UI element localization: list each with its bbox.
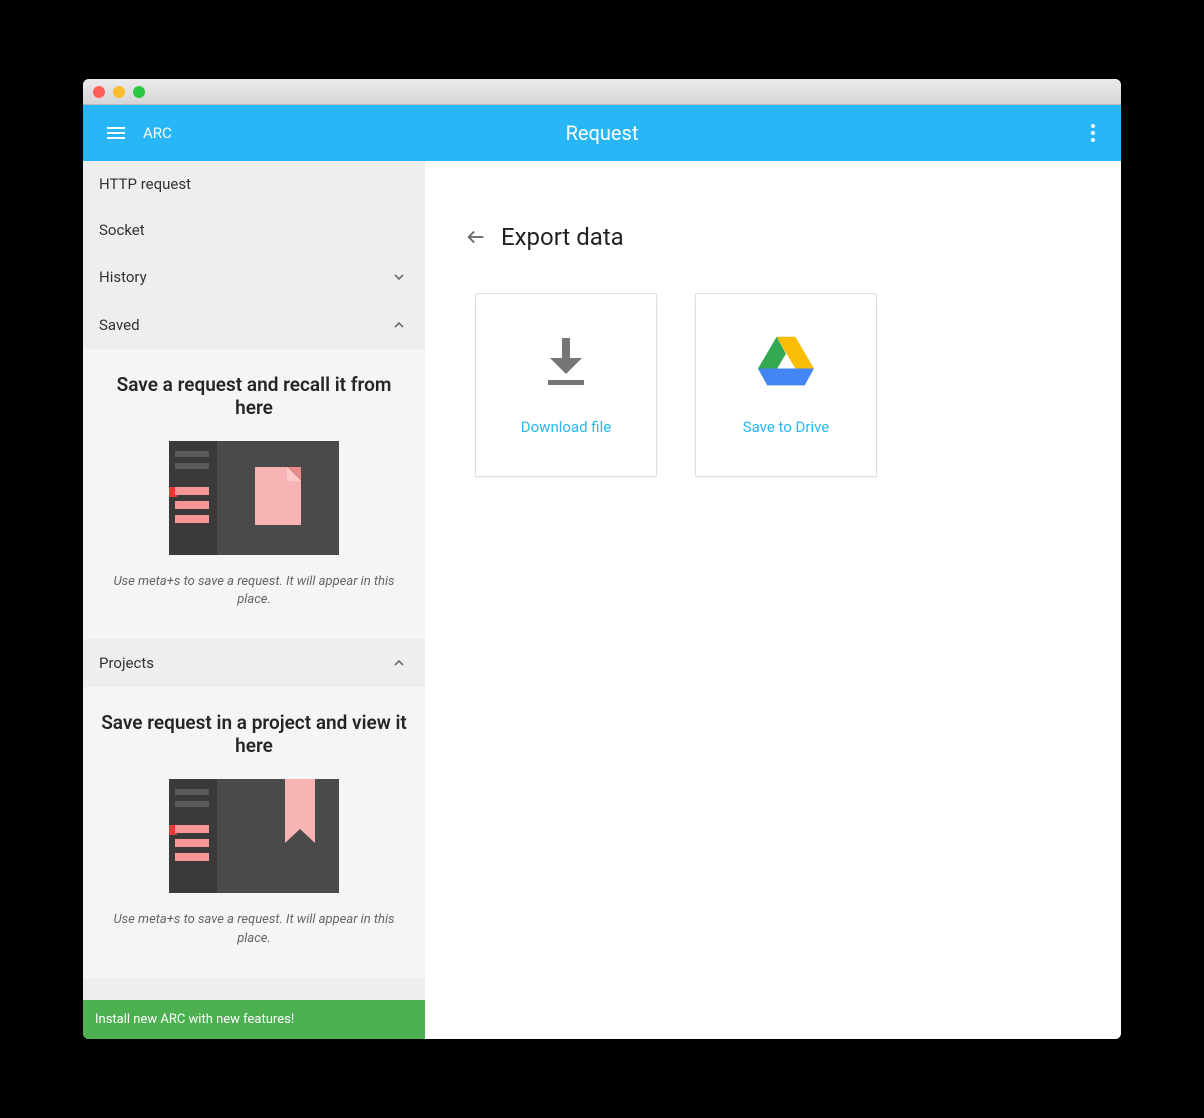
saved-empty-panel: Save a request and recall it from here U…	[83, 349, 425, 639]
sidebar-item-label: Projects	[99, 654, 154, 672]
sidebar-item-projects[interactable]: Projects	[83, 639, 425, 687]
app-bar: ARC Request	[83, 105, 1121, 161]
sidebar-item-label: Saved	[99, 316, 140, 334]
sidebar-item-history[interactable]: History	[83, 253, 425, 301]
page-title: Export data	[501, 223, 624, 251]
mac-titlebar	[83, 79, 1121, 105]
app-name: ARC	[143, 124, 172, 142]
maximize-window-icon[interactable]	[133, 86, 145, 98]
page-header: Export data	[465, 223, 1081, 251]
saved-panel-title: Save a request and recall it from here	[97, 373, 411, 419]
menu-icon[interactable]	[103, 123, 129, 143]
projects-panel-hint: Use meta+s to save a request. It will ap…	[97, 911, 411, 947]
minimize-window-icon[interactable]	[113, 86, 125, 98]
download-icon	[538, 334, 594, 390]
download-file-label: Download file	[521, 418, 611, 436]
more-icon[interactable]	[1085, 118, 1101, 148]
sidebar-item-label: History	[99, 268, 147, 286]
app-window: ARC Request HTTP request Socket History …	[83, 79, 1121, 1039]
save-to-drive-label: Save to Drive	[743, 418, 830, 436]
projects-illustration-icon	[169, 779, 339, 893]
projects-empty-panel: Save request in a project and view it he…	[83, 687, 425, 977]
download-file-card[interactable]: Download file	[475, 293, 657, 477]
sidebar: HTTP request Socket History Saved Save a…	[83, 161, 425, 1039]
export-cards: Download file Save to Drive	[465, 293, 1081, 477]
google-drive-icon	[758, 334, 814, 390]
app-body: HTTP request Socket History Saved Save a…	[83, 161, 1121, 1039]
chevron-down-icon	[389, 267, 409, 287]
sidebar-item-label: HTTP request	[99, 175, 191, 193]
sidebar-item-saved[interactable]: Saved	[83, 301, 425, 349]
main-content: Export data Download file	[425, 161, 1121, 1039]
sidebar-item-label: Socket	[99, 221, 145, 239]
sidebar-item-socket[interactable]: Socket	[83, 207, 425, 253]
chevron-up-icon	[389, 653, 409, 673]
app-bar-title: Request	[566, 121, 639, 145]
sidebar-item-http-request[interactable]: HTTP request	[83, 161, 425, 207]
projects-panel-title: Save request in a project and view it he…	[97, 711, 411, 757]
close-window-icon[interactable]	[93, 86, 105, 98]
back-arrow-icon[interactable]	[465, 226, 487, 248]
chevron-up-icon	[389, 315, 409, 335]
install-banner[interactable]: Install new ARC with new features!	[83, 1000, 425, 1039]
saved-illustration-icon	[169, 441, 339, 555]
save-to-drive-card[interactable]: Save to Drive	[695, 293, 877, 477]
saved-panel-hint: Use meta+s to save a request. It will ap…	[97, 573, 411, 609]
